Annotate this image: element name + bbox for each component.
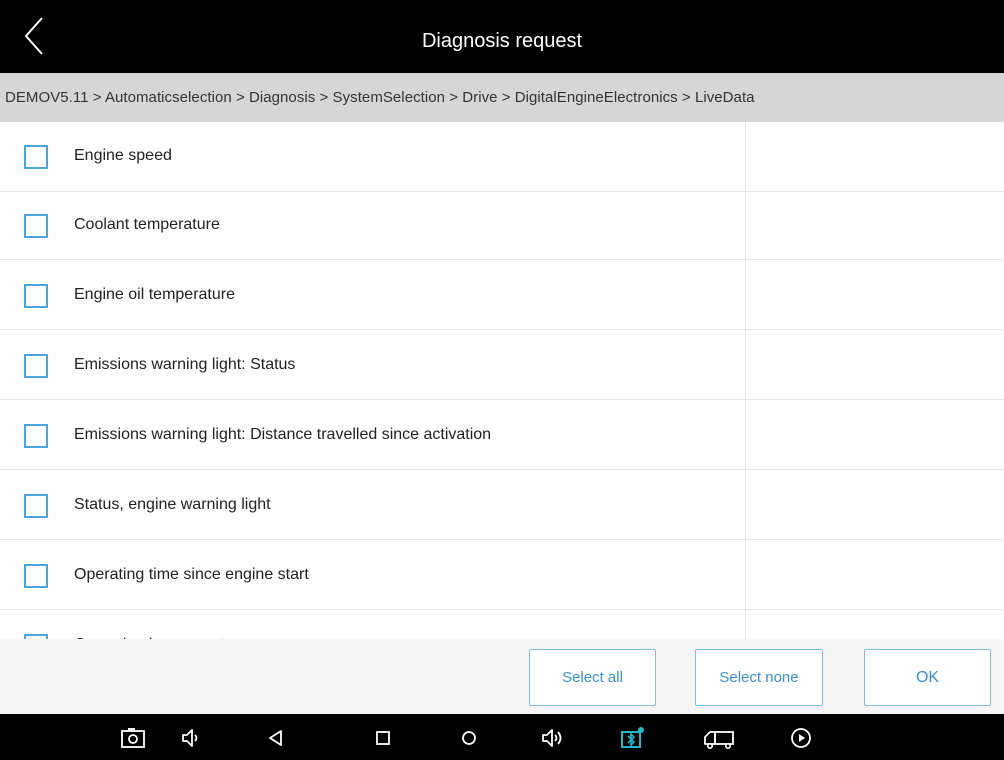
- checkbox[interactable]: [24, 214, 48, 238]
- ok-button[interactable]: OK: [864, 649, 991, 706]
- system-nav-bar: [0, 714, 1004, 760]
- checkbox[interactable]: [24, 424, 48, 448]
- chevron-left-icon: [24, 17, 43, 55]
- list-item-label: Emissions warning light: Status: [74, 356, 296, 373]
- back-triangle-icon[interactable]: [263, 725, 289, 751]
- live-data-list[interactable]: Engine speed Coolant temperature Engine …: [0, 122, 1004, 639]
- volume-down-icon[interactable]: [177, 725, 203, 751]
- home-icon[interactable]: [456, 725, 482, 751]
- list-item-label: Engine oil temperature: [74, 286, 235, 303]
- list-item[interactable]: Coolant temperature: [0, 190, 1004, 260]
- list-item-label: Coolant temperature: [74, 216, 220, 233]
- list-item-label: Emissions warning light: Distance travel…: [74, 426, 492, 443]
- list-item-label: Engine speed: [74, 147, 172, 164]
- checkbox[interactable]: [24, 284, 48, 308]
- list-item-label: Status, engine warning light: [74, 496, 271, 513]
- checkbox[interactable]: [24, 564, 48, 588]
- list-item-label: Operating hour counter: [74, 610, 239, 639]
- list-item[interactable]: Operating hour counter: [0, 610, 1004, 639]
- checkbox[interactable]: [24, 354, 48, 378]
- select-none-button[interactable]: Select none: [695, 649, 823, 706]
- vci-connection-icon[interactable]: [620, 725, 646, 751]
- breadcrumb-path: DEMOV5.11 > Automaticselection > Diagnos…: [5, 89, 755, 106]
- list-item[interactable]: Status, engine warning light: [0, 470, 1004, 540]
- list-item[interactable]: Emissions warning light: Distance travel…: [0, 400, 1004, 470]
- list-item[interactable]: Engine speed: [0, 122, 1004, 192]
- footer-bar: Select all Select none OK: [0, 639, 1004, 714]
- title-bar: Diagnosis request: [0, 0, 1004, 73]
- list-item[interactable]: Operating time since engine start: [0, 540, 1004, 610]
- truck-icon[interactable]: [701, 725, 737, 751]
- breadcrumb: DEMOV5.11 > Automaticselection > Diagnos…: [0, 73, 1004, 122]
- list-item-label: Operating time since engine start: [74, 566, 309, 583]
- back-button[interactable]: [14, 14, 54, 58]
- list-item[interactable]: Engine oil temperature: [0, 260, 1004, 330]
- screenshot-icon[interactable]: [120, 725, 146, 751]
- play-icon[interactable]: [788, 725, 814, 751]
- volume-up-icon[interactable]: [539, 725, 565, 751]
- recent-apps-icon[interactable]: [370, 725, 396, 751]
- list-item[interactable]: Emissions warning light: Status: [0, 330, 1004, 400]
- select-all-button[interactable]: Select all: [529, 649, 656, 706]
- checkbox[interactable]: [24, 494, 48, 518]
- page-title: Diagnosis request: [421, 30, 583, 52]
- checkbox[interactable]: [24, 145, 48, 169]
